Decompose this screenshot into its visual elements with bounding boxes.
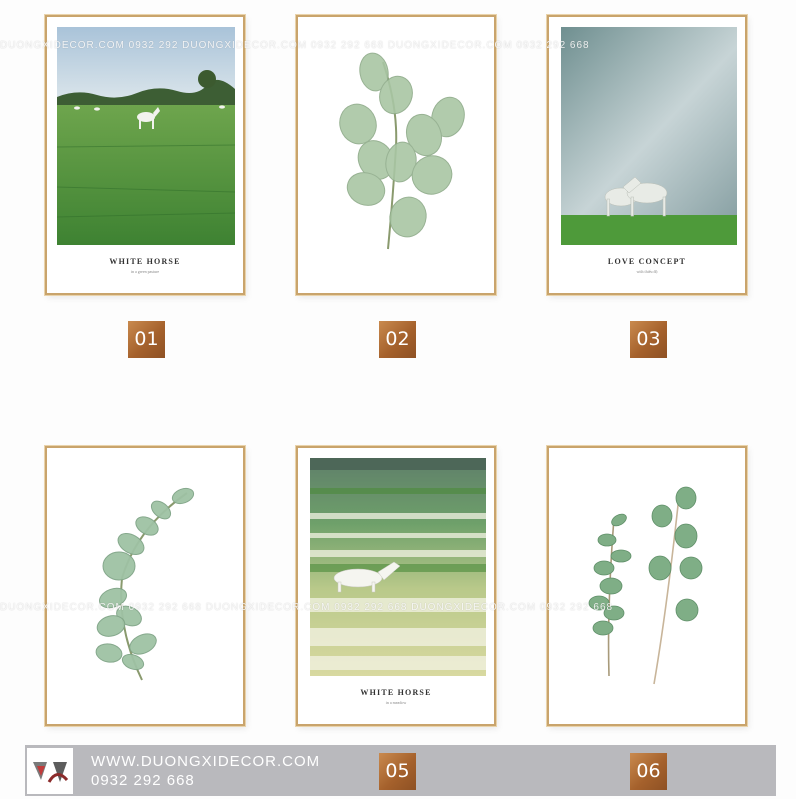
product-number-badge-06[interactable]: 06 [630, 753, 667, 790]
horse-pasture-image [57, 27, 235, 245]
website-url[interactable]: WWW.DUONGXIDECOR.COM [91, 753, 320, 770]
brand-logo[interactable] [27, 748, 73, 794]
product-frame-4[interactable] [45, 446, 245, 726]
phone-number[interactable]: 0932 292 668 [91, 772, 195, 789]
product-frame-3[interactable]: LOVE CONCEPT with thiểu độ [547, 15, 747, 295]
product-frame-5[interactable]: WHITE HORSE in a meadow [296, 446, 496, 726]
product-number-badge-03[interactable]: 03 [630, 321, 667, 358]
horse-meadow-image [310, 458, 486, 676]
two-horses-photo [561, 27, 737, 245]
watermark-line-top: DUONGXIDECOR.COM 0932 292 DUONGXIDECOR.C… [0, 40, 590, 51]
product-number-badge-05[interactable]: 05 [379, 753, 416, 790]
caption-title: WHITE HORSE [109, 257, 181, 266]
brand-logo-icon [33, 762, 69, 783]
product-number-badge-01[interactable]: 01 [128, 321, 165, 358]
product-frame-2[interactable] [296, 15, 496, 295]
caption-subtitle: in a meadow [385, 700, 407, 705]
caption-subtitle: in a green pasture [130, 269, 160, 274]
two-horses-image [561, 27, 737, 245]
product-number-badge-02[interactable]: 02 [379, 321, 416, 358]
horse-pasture-photo [57, 27, 235, 245]
watermark-line-bottom: DUONGXIDECOR.COM 0932 292 668 DUONGXIDEC… [0, 602, 614, 613]
eucalyptus-branch-art [339, 52, 465, 250]
product-frame-1[interactable]: WHITE HORSE in a green pasture [45, 15, 245, 295]
caption-title: LOVE CONCEPT [607, 257, 687, 266]
product-frame-6[interactable] [547, 446, 747, 726]
eucalyptus-stem-art [95, 487, 195, 681]
caption-subtitle: with thiểu độ [636, 269, 658, 274]
caption-title: WHITE HORSE [360, 688, 432, 697]
horse-meadow-photo [310, 458, 486, 676]
eucalyptus-stems-art [588, 486, 703, 685]
